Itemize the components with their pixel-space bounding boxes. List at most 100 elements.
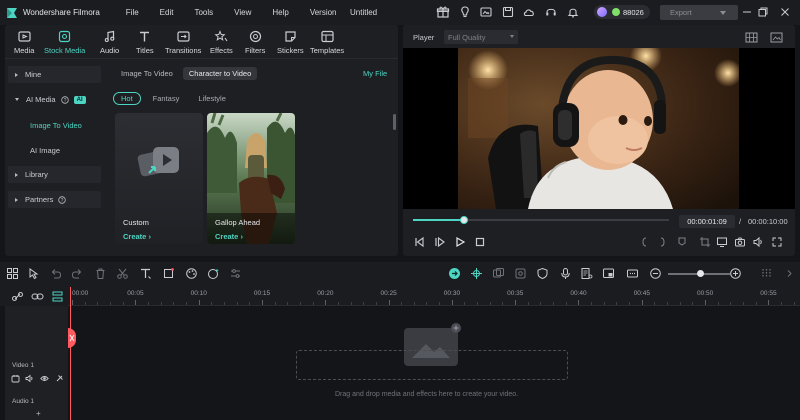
timeline-ruler[interactable]: 00:00 00:05 00:10 00:15 00:20 00:25 00:30 00:35… (68, 286, 800, 306)
menu-help[interactable]: Help (272, 8, 288, 17)
bell-icon[interactable] (566, 5, 580, 19)
camera-snapshot-icon[interactable] (734, 236, 746, 248)
grid-view-icon[interactable] (745, 32, 758, 43)
microphone-icon[interactable] (559, 267, 572, 280)
tab-transitions[interactable]: Transitions (165, 29, 201, 55)
video-preview[interactable] (403, 48, 795, 209)
cloud-icon[interactable] (522, 5, 536, 19)
tab-filters[interactable]: Filters (245, 29, 265, 55)
layout-grid-icon[interactable] (6, 267, 19, 280)
progress-handle[interactable] (460, 216, 469, 224)
chip-fantasy[interactable]: Fantasy (146, 93, 187, 104)
tab-stickers[interactable]: Stickers (277, 29, 304, 55)
sidebar-item-ai-media[interactable]: AI Media ? AI (8, 91, 101, 108)
tab-stock-media[interactable]: Stock Media (44, 29, 85, 55)
color-palette-icon[interactable] (185, 267, 198, 280)
add-track-link-icon[interactable] (11, 290, 24, 303)
zoom-slider-handle[interactable] (696, 270, 704, 277)
adjust-sliders-icon[interactable] (229, 267, 242, 280)
split-scissors-icon[interactable] (116, 267, 129, 280)
template-card-gallop-ahead[interactable]: Gallop Ahead Create › (207, 113, 295, 244)
help-icon[interactable]: ? (60, 95, 69, 104)
tab-character-to-video[interactable]: Character to Video (182, 67, 258, 80)
eye-icon[interactable] (40, 374, 49, 383)
track-volume-icon[interactable] (25, 374, 34, 383)
export-button[interactable]: Export (660, 5, 738, 20)
create-button[interactable]: Create › (123, 232, 151, 241)
render-preview-icon[interactable] (448, 267, 461, 280)
play-icon[interactable] (454, 236, 466, 248)
current-time[interactable]: 00:00:01:09 (679, 215, 735, 228)
voiceover-script-icon[interactable] (580, 267, 593, 280)
zoom-in-icon[interactable] (729, 267, 742, 280)
play-reverse-icon[interactable] (434, 236, 446, 248)
drop-zone[interactable] (296, 350, 568, 380)
lightbulb-icon[interactable] (458, 5, 472, 19)
mark-out-icon[interactable] (656, 236, 668, 248)
undo-icon[interactable] (49, 267, 62, 280)
my-file-link[interactable]: My File (363, 69, 387, 78)
shield-mask-icon[interactable] (536, 267, 549, 280)
sidebar-item-partners[interactable]: Partners ? (8, 191, 101, 208)
select-pointer-icon[interactable] (27, 267, 40, 280)
chip-hot[interactable]: Hot (113, 92, 141, 105)
menu-tools[interactable]: Tools (194, 8, 213, 17)
replace-clip-icon[interactable] (492, 267, 505, 280)
menu-version[interactable]: Version (310, 8, 337, 17)
step-back-icon[interactable] (413, 236, 425, 248)
close-icon[interactable] (779, 6, 791, 18)
snapshot-view-icon[interactable] (770, 32, 783, 43)
avatar[interactable] (597, 7, 607, 17)
tab-templates[interactable]: Templates (310, 29, 344, 55)
snap-icon[interactable] (470, 267, 483, 280)
tab-audio[interactable]: Audio (100, 29, 119, 55)
sidebar-item-ai-image[interactable]: AI Image (30, 146, 60, 155)
stop-icon[interactable] (474, 236, 486, 248)
mark-in-icon[interactable] (639, 236, 651, 248)
sidebar-item-image-to-video[interactable]: Image To Video (30, 121, 82, 130)
track-manager-icon[interactable] (51, 290, 64, 303)
crop-icon[interactable] (699, 236, 711, 248)
playhead[interactable] (70, 287, 71, 420)
tab-media[interactable]: Media (14, 29, 34, 55)
crop-tool-icon[interactable] (162, 267, 175, 280)
add-media-icon[interactable] (11, 374, 20, 383)
menu-view[interactable]: View (234, 8, 251, 17)
auto-reframe-icon[interactable] (514, 267, 527, 280)
volume-icon[interactable] (752, 236, 764, 248)
tab-titles[interactable]: Titles (136, 29, 154, 55)
save-icon[interactable] (501, 5, 515, 19)
more-options-icon[interactable] (760, 267, 773, 280)
restore-icon[interactable] (757, 6, 769, 18)
media-library-icon[interactable] (479, 5, 493, 19)
display-icon[interactable] (716, 236, 728, 248)
fullscreen-icon[interactable] (771, 236, 783, 248)
sidebar-item-mine[interactable]: Mine (8, 66, 101, 83)
playback-progress[interactable] (413, 216, 669, 224)
text-tool-icon[interactable] (139, 267, 152, 280)
ai-effects-icon[interactable] (207, 267, 220, 280)
sidebar-item-library[interactable]: Library (8, 166, 101, 183)
minimize-icon[interactable] (741, 6, 753, 18)
chevron-right-icon[interactable] (783, 267, 796, 280)
help-icon[interactable]: ? (58, 195, 67, 204)
create-button[interactable]: Create › (215, 232, 243, 241)
template-card-custom[interactable]: Custom Create › (115, 113, 203, 244)
marker-icon[interactable] (676, 236, 688, 248)
credits-badge[interactable]: 88026 (594, 5, 650, 19)
headset-support-icon[interactable] (544, 5, 558, 19)
chip-lifestyle[interactable]: Lifestyle (191, 93, 233, 104)
menu-edit[interactable]: Edit (160, 8, 174, 17)
picture-in-picture-icon[interactable] (602, 267, 615, 280)
zoom-out-icon[interactable] (649, 267, 662, 280)
lock-track-icon[interactable] (55, 374, 64, 383)
zoom-slider[interactable] (668, 270, 730, 277)
menu-file[interactable]: File (126, 8, 139, 17)
link-clips-icon[interactable] (31, 290, 44, 303)
redo-icon[interactable] (71, 267, 84, 280)
tab-image-to-video[interactable]: Image To Video (115, 67, 179, 80)
delete-icon[interactable] (94, 267, 107, 280)
quality-dropdown[interactable]: Full Quality (444, 30, 518, 44)
scrollbar[interactable] (393, 114, 396, 130)
storyboard-icon[interactable] (626, 267, 639, 280)
